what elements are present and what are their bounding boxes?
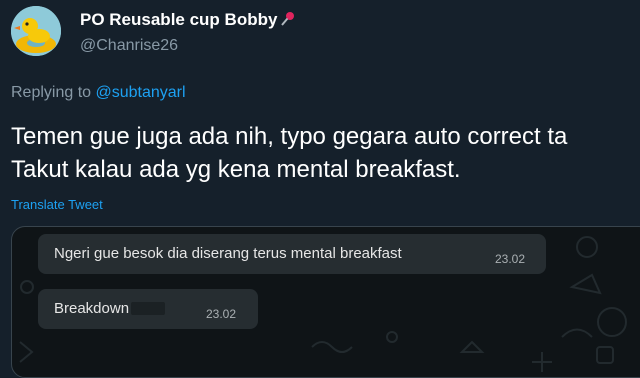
replying-prefix: Replying to [11,84,92,101]
replying-to: Replying to @subtanyarl [11,84,186,102]
chat-message-bubble: Ngeri gue besok dia diserang terus menta… [38,234,546,274]
tweet-text-line-2: Takut kalau ada yg kena mental breakfast… [11,156,461,183]
attached-chat-screenshot[interactable]: Ngeri gue besok dia diserang terus menta… [11,226,640,378]
chat-message-time: 23.02 [495,252,526,266]
chat-message-text: Breakdown [54,300,130,317]
author-display-name[interactable]: PO Reusable cup Bobby [80,10,296,32]
author-handle[interactable]: @Chanrise26 [80,37,296,55]
avatar[interactable] [11,6,61,56]
tweet-author[interactable]: PO Reusable cup Bobby @Chanrise26 [80,10,296,55]
tweet-text: Temen gue juga ada nih, typo gegara auto… [11,120,640,186]
chat-message-time: 23.02 [206,307,237,321]
author-name-text: PO Reusable cup Bobby [80,10,278,29]
chat-message-bubble: Breakdown 23.02 [38,289,258,329]
translate-tweet-link[interactable]: Translate Tweet [11,197,103,212]
rubber-duck-float-avatar [11,6,61,56]
tweet-text-line-1: Temen gue juga ada nih, typo gegara auto… [11,123,568,150]
censor-bar [131,302,166,315]
pushpin-icon [280,11,296,32]
chat-message-text: Ngeri gue besok dia diserang terus menta… [54,245,402,262]
chat-message-text-wrap: Breakdown [54,300,166,317]
replying-mention-link[interactable]: @subtanyarl [96,84,186,101]
